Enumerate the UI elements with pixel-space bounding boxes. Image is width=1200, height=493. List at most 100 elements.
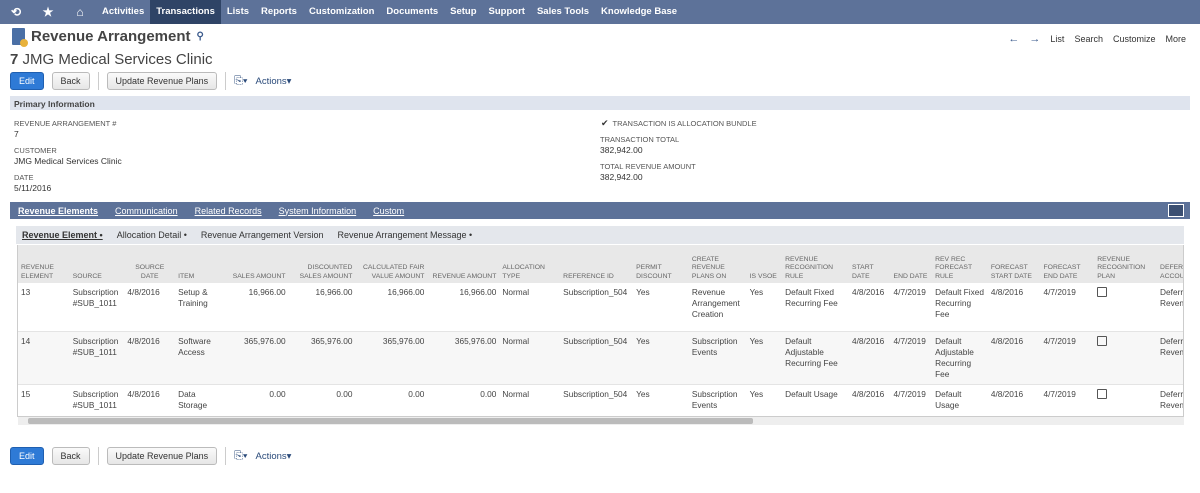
table-cell[interactable]: Subscription #SUB_1011 — [69, 283, 125, 332]
nav-documents[interactable]: Documents — [380, 0, 444, 24]
new-document-icon[interactable]: ⎘▾ — [234, 450, 247, 463]
customize-link[interactable]: Customize — [1113, 34, 1156, 44]
column-header[interactable]: Source — [69, 245, 125, 283]
edit-button[interactable]: Edit — [10, 447, 44, 465]
column-header[interactable]: Item — [175, 245, 226, 283]
tab-custom[interactable]: Custom — [373, 206, 404, 216]
recent-icon[interactable]: ⟲ — [0, 5, 32, 19]
scrollbar-thumb[interactable] — [28, 418, 753, 424]
column-header[interactable]: Revenue Amount — [427, 245, 500, 283]
back-button[interactable]: Back — [51, 72, 90, 90]
table-cell[interactable]: Default Usage — [932, 384, 988, 416]
nav-transactions[interactable]: Transactions — [150, 0, 221, 24]
search-link[interactable]: Search — [1074, 34, 1103, 44]
new-document-icon[interactable]: ⎘▾ — [234, 75, 247, 88]
column-header[interactable]: Reference ID — [560, 245, 634, 283]
column-header[interactable]: Deferral Account — [1157, 245, 1183, 283]
column-header[interactable]: End Date — [890, 245, 933, 283]
open-plan-icon[interactable] — [1094, 384, 1158, 416]
column-header[interactable]: Create Revenue Plans On — [688, 245, 747, 283]
nav-sales-tools[interactable]: Sales Tools — [531, 0, 595, 24]
table-cell: 4/7/2019 — [1040, 331, 1095, 385]
table-cell[interactable]: Deferred Revenue — [1157, 331, 1183, 385]
external-link-icon[interactable] — [1097, 287, 1108, 297]
table-cell[interactable]: Data Storage — [175, 384, 226, 416]
nav-reports[interactable]: Reports — [255, 0, 303, 24]
table-cell: Subscription Events — [688, 331, 747, 385]
more-link[interactable]: More — [1165, 34, 1186, 44]
column-header[interactable]: Forecast Start Date — [987, 245, 1041, 283]
star-icon[interactable]: ★ — [32, 5, 64, 19]
column-header[interactable]: Permit Discount — [633, 245, 689, 283]
update-revenue-plans-button[interactable]: Update Revenue Plans — [106, 72, 218, 90]
column-header[interactable]: Rev Rec Forecast Rule — [932, 245, 988, 283]
table-cell: Subscription Events — [688, 384, 747, 416]
table-cell[interactable]: Default Usage — [782, 384, 849, 416]
back-arrow-icon[interactable]: ← — [1008, 33, 1019, 45]
external-link-icon[interactable] — [1097, 388, 1108, 399]
record-customer: JMG Medical Services Clinic — [22, 51, 213, 68]
record-icon — [12, 28, 28, 47]
tab-revenue-elements[interactable]: Revenue Elements — [18, 206, 98, 216]
nav-knowledge-base[interactable]: Knowledge Base — [595, 0, 683, 24]
nav-activities[interactable]: Activities — [96, 0, 150, 24]
tab-related-records[interactable]: Related Records — [195, 206, 262, 216]
column-header[interactable]: Allocation Type — [499, 245, 561, 283]
table-cell[interactable]: Default Adjustable Recurring Fee — [932, 331, 988, 385]
column-header[interactable]: Forecast End Date — [1040, 245, 1095, 283]
column-header[interactable]: Is VSOE — [746, 245, 783, 283]
actions-menu[interactable]: Actions▾ — [256, 451, 292, 462]
back-button[interactable]: Back — [51, 447, 90, 465]
customer-link[interactable]: JMG Medical Services Clinic — [14, 156, 122, 166]
column-header[interactable]: Calculated Fair Value Amount — [355, 245, 428, 283]
column-header[interactable]: Source Date — [124, 245, 176, 283]
table-cell: 4/8/2016 — [124, 384, 176, 416]
open-plan-icon[interactable] — [1094, 331, 1158, 385]
nav-support[interactable]: Support — [483, 0, 531, 24]
record-name: 7 JMG Medical Services Clinic — [10, 51, 213, 68]
nav-lists[interactable]: Lists — [221, 0, 255, 24]
subtab-allocation-detail[interactable]: Allocation Detail • — [117, 230, 187, 240]
subtab-arrangement-version[interactable]: Revenue Arrangement Version — [201, 230, 324, 240]
subtab-arrangement-message[interactable]: Revenue Arrangement Message • — [337, 230, 472, 240]
table-cell: Normal — [499, 283, 561, 332]
column-header[interactable]: Start Date — [849, 245, 891, 283]
top-button-row: Edit Back Update Revenue Plans ⎘▾ Action… — [10, 72, 291, 90]
column-header[interactable]: Revenue Element — [18, 245, 70, 283]
subtab-revenue-element[interactable]: Revenue Element • — [22, 230, 103, 240]
table-cell: Yes — [633, 384, 689, 416]
actions-menu[interactable]: Actions▾ — [256, 76, 292, 87]
edit-button[interactable]: Edit — [10, 72, 44, 90]
column-header[interactable]: Discounted Sales Amount — [288, 245, 356, 283]
forward-arrow-icon[interactable]: → — [1029, 33, 1040, 45]
field-label: Transaction Total — [600, 135, 680, 144]
tab-communication[interactable]: Communication — [115, 206, 178, 216]
table-cell[interactable]: Software Access — [175, 331, 226, 385]
search-icon[interactable]: ⚲ — [197, 31, 204, 42]
table-cell[interactable]: Subscription #SUB_1011 — [69, 331, 125, 385]
tab-system-information[interactable]: System Information — [279, 206, 357, 216]
table-cell[interactable]: Default Fixed Recurring Fee — [782, 283, 849, 332]
list-link[interactable]: List — [1050, 34, 1064, 44]
home-icon[interactable]: ⌂ — [64, 5, 96, 19]
table-cell: 15 — [18, 384, 70, 416]
column-header[interactable]: Revenue Recognition Rule — [782, 245, 849, 283]
layout-toggle-icon[interactable] — [1168, 204, 1184, 217]
table-cell[interactable]: Setup & Training — [175, 283, 226, 332]
table-cell[interactable]: Subscription #SUB_1011 — [69, 384, 125, 416]
table-cell[interactable]: Default Adjustable Recurring Fee — [782, 331, 849, 385]
update-revenue-plans-button[interactable]: Update Revenue Plans — [106, 447, 218, 465]
nav-setup[interactable]: Setup — [444, 0, 482, 24]
table-cell[interactable]: Default Fixed Recurring Fee — [932, 283, 988, 332]
table-cell[interactable]: Deferred Revenue — [1157, 283, 1183, 332]
table-cell: Normal — [499, 331, 561, 385]
horizontal-scrollbar[interactable] — [18, 417, 1184, 425]
column-header[interactable]: Sales Amount — [225, 245, 289, 283]
table-cell[interactable]: Deferred Revenue — [1157, 384, 1183, 416]
nav-customization[interactable]: Customization — [303, 0, 380, 24]
external-link-icon[interactable] — [1097, 335, 1108, 346]
field-value: 382,942.00 — [600, 145, 643, 155]
field-label: Transaction is Allocation Bundle — [612, 119, 757, 128]
column-header[interactable]: Revenue Recognition Plan — [1094, 245, 1158, 283]
open-plan-icon[interactable] — [1094, 283, 1158, 332]
